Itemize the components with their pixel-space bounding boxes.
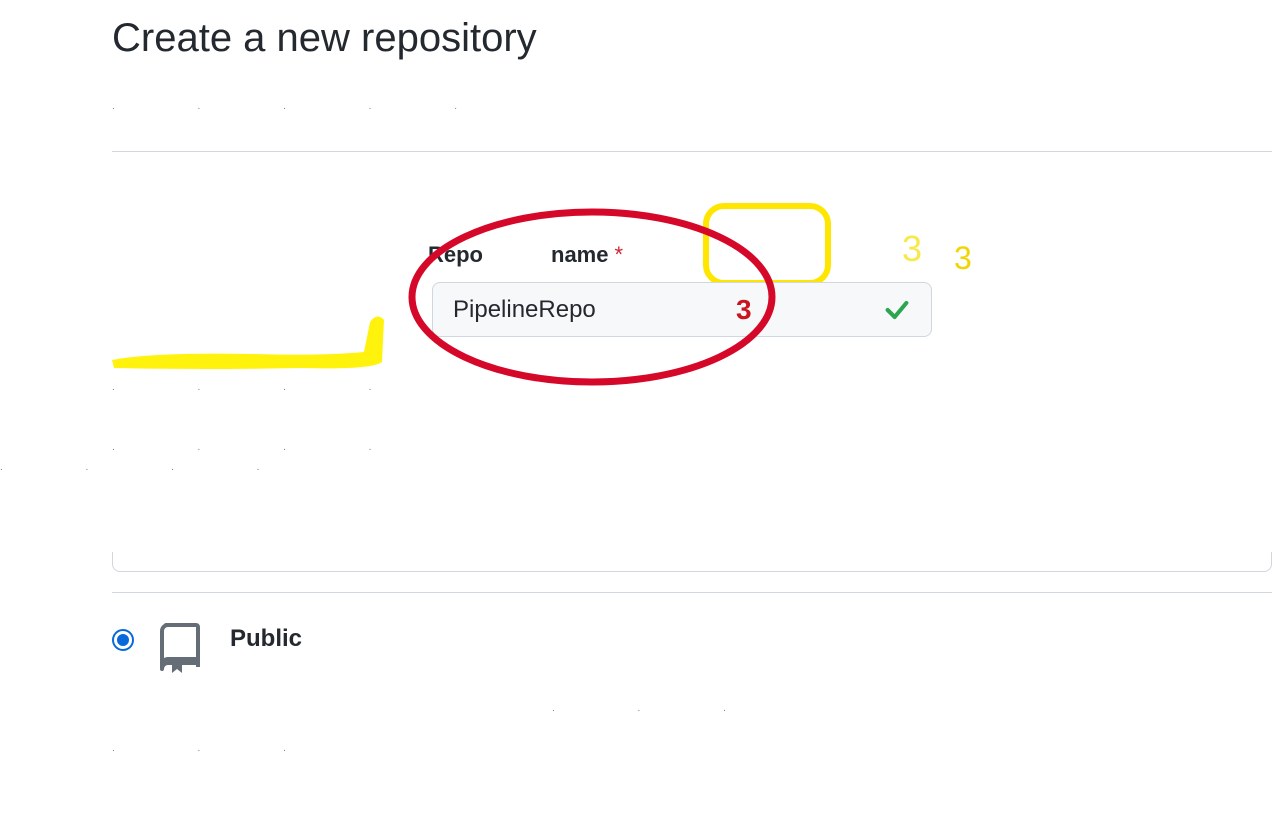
annotation-number-yellow-a: 3 bbox=[902, 228, 922, 270]
repository-name-input[interactable] bbox=[453, 296, 873, 324]
obscured-text: . . . . bbox=[0, 462, 299, 473]
repo-icon bbox=[158, 621, 206, 673]
yellow-highlight-annotation bbox=[102, 312, 392, 382]
obscured-subtitle: . . . . . bbox=[112, 101, 1278, 131]
repository-name-input-wrapper bbox=[432, 282, 932, 337]
label-text-part1: Repo bbox=[428, 242, 483, 268]
obscured-text: . . . . bbox=[112, 382, 411, 393]
repository-name-section: Repo name * 3 3 3 . . . . . . . . bbox=[112, 202, 1278, 462]
description-field-outline[interactable] bbox=[112, 552, 1272, 572]
repository-name-label: Repo name * bbox=[428, 242, 623, 268]
annotation-number-red: 3 bbox=[736, 294, 752, 326]
obscured-text: . . . bbox=[112, 743, 326, 754]
visibility-public-row: Public bbox=[112, 621, 1278, 673]
required-asterisk: * bbox=[614, 242, 623, 268]
yellow-box-annotation bbox=[702, 202, 832, 287]
label-text-part2: name bbox=[551, 242, 608, 268]
annotation-number-yellow-b: 3 bbox=[954, 240, 972, 277]
checkmark-icon bbox=[883, 296, 911, 324]
divider bbox=[112, 592, 1272, 593]
page-title: Create a new repository bbox=[112, 16, 1278, 61]
obscured-text: . . . bbox=[552, 703, 766, 714]
obscured-text: . . . . bbox=[112, 442, 411, 453]
public-label: Public bbox=[230, 625, 302, 653]
divider bbox=[112, 151, 1272, 152]
public-radio[interactable] bbox=[112, 629, 134, 651]
